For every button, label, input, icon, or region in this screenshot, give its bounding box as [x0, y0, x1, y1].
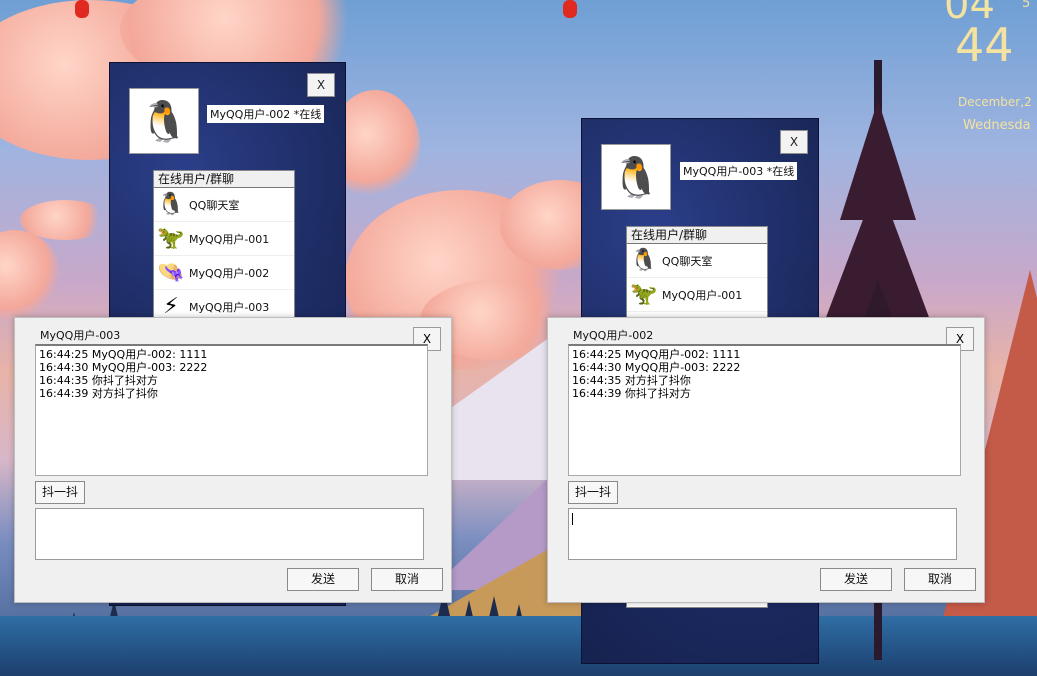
list-item-user-001[interactable]: 🦖 MyQQ用户-001: [627, 278, 767, 312]
message-line: 16:44:30 MyQQ用户-003: 2222: [572, 361, 741, 374]
clock-date: December,2: [958, 95, 1032, 109]
list-item-user-001[interactable]: 🦖 MyQQ用户-001: [154, 222, 294, 256]
message-line: 16:44:39 对方抖了抖你: [39, 387, 158, 400]
lantern-icon: [563, 0, 577, 18]
user-status-label: MyQQ用户-003 *在线: [680, 162, 798, 180]
message-history[interactable]: 16:44:25 MyQQ用户-002: 1111 16:44:30 MyQQ用…: [35, 344, 428, 476]
message-line: 16:44:35 你抖了抖对方: [39, 374, 158, 387]
user-status-label: MyQQ用户-002 *在线: [207, 105, 325, 123]
dialog-title: MyQQ用户-002: [573, 329, 654, 342]
message-line: 16:44:30 MyQQ用户-003: 2222: [39, 361, 208, 374]
dialog-title: MyQQ用户-003: [40, 329, 121, 342]
pirate-icon: 👒: [157, 260, 185, 285]
close-button[interactable]: X: [780, 130, 808, 154]
penguin-icon: 🐧: [157, 192, 185, 217]
clock-seconds: 5: [1022, 0, 1031, 11]
message-line: 16:44:25 MyQQ用户-002: 1111: [572, 348, 741, 361]
shake-button[interactable]: 抖一抖: [35, 481, 85, 504]
clock-weekday: Wednesda: [963, 118, 1031, 133]
send-button[interactable]: 发送: [820, 568, 892, 591]
message-line: 16:44:39 你抖了抖对方: [572, 387, 691, 400]
message-input[interactable]: [35, 508, 424, 560]
send-button[interactable]: 发送: [287, 568, 359, 591]
chat-dialog-with-user-003: MyQQ用户-003 X 16:44:25 MyQQ用户-002: 1111 1…: [14, 317, 452, 603]
chat-dialog-with-user-002: MyQQ用户-002 X 16:44:25 MyQQ用户-002: 1111 1…: [547, 317, 985, 603]
online-user-list: 在线用户/群聊 🐧 QQ聊天室 🦖 MyQQ用户-001 👒 MyQQ用户-00…: [153, 170, 295, 322]
message-line: 16:44:25 MyQQ用户-002: 1111: [39, 348, 208, 361]
list-item-qq-chatroom[interactable]: 🐧 QQ聊天室: [627, 244, 767, 278]
list-item-user-002[interactable]: 👒 MyQQ用户-002: [154, 256, 294, 290]
penguin-icon: 🐧: [630, 248, 658, 273]
list-header: 在线用户/群聊: [154, 171, 294, 188]
dinosaur-icon: 🦖: [630, 282, 658, 307]
cancel-button[interactable]: 取消: [371, 568, 443, 591]
cancel-button[interactable]: 取消: [904, 568, 976, 591]
message-line: 16:44:35 对方抖了抖你: [572, 374, 691, 387]
message-input[interactable]: [568, 508, 957, 560]
penguin-cowboy-icon: 🐧: [139, 98, 189, 145]
shake-button[interactable]: 抖一抖: [568, 481, 618, 504]
clock-minute: 44: [955, 18, 1014, 72]
avatar: 🐧: [601, 144, 671, 210]
lantern-icon: [75, 0, 89, 18]
list-header: 在线用户/群聊: [627, 227, 767, 244]
avatar: 🐧: [129, 88, 199, 154]
close-button[interactable]: X: [307, 73, 335, 97]
text-caret: [572, 513, 573, 525]
message-history[interactable]: 16:44:25 MyQQ用户-002: 1111 16:44:30 MyQQ用…: [568, 344, 961, 476]
dinosaur-icon: 🦖: [157, 226, 185, 251]
penguin-cowboy-icon: 🐧: [611, 154, 661, 201]
list-item-qq-chatroom[interactable]: 🐧 QQ聊天室: [154, 188, 294, 222]
